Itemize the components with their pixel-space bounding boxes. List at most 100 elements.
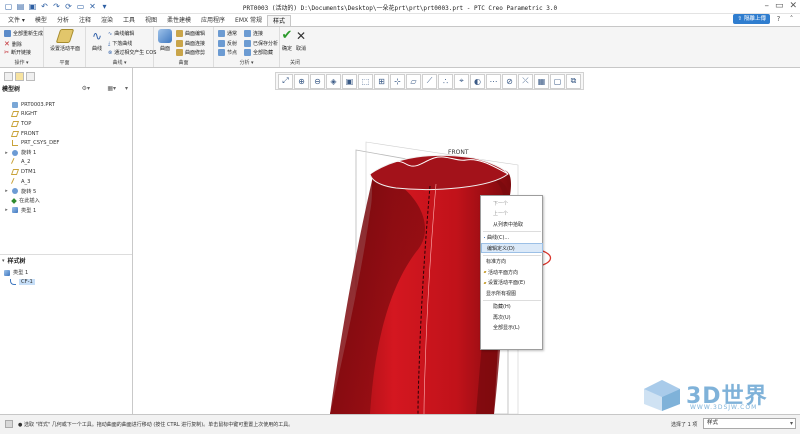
plane-display-icon[interactable]: ▱ <box>406 73 421 89</box>
axis-display-icon[interactable]: ⟋ <box>422 73 437 89</box>
connection-icon[interactable]: ⤫ <box>518 73 533 89</box>
cancel-button[interactable]: ✕ 取消 <box>294 29 308 52</box>
tree-settings-icon[interactable]: ⚙▾ <box>82 85 90 92</box>
model-tree-node[interactable]: DTM1 <box>4 167 130 177</box>
tab-9[interactable]: EMX 常规 <box>230 15 267 26</box>
confirm-button[interactable]: ✔ 确定 <box>280 29 294 53</box>
curvature-icon[interactable]: ◐ <box>470 73 485 89</box>
model-viewport[interactable]: FRONT <box>134 92 800 414</box>
break-link-button[interactable]: ✂ 断开链接 <box>4 49 31 56</box>
delete-button[interactable]: ✕ 删除 <box>4 40 22 48</box>
navigator-tabs <box>4 72 35 81</box>
curve-button[interactable]: ∿ 曲线 <box>88 29 106 52</box>
analysis-connect-button[interactable]: 连接 <box>244 30 263 37</box>
close-icon[interactable]: ✕ <box>789 1 797 11</box>
tab-0[interactable]: 文件 ▾ <box>3 15 30 26</box>
tab-6[interactable]: 视图 <box>140 15 162 26</box>
tab-2[interactable]: 分析 <box>52 15 74 26</box>
set-active-plane-button[interactable]: 设置活动平面 <box>48 29 82 52</box>
tab-8[interactable]: 应用程序 <box>196 15 230 26</box>
tab-1[interactable]: 模型 <box>30 15 52 26</box>
point-display-icon[interactable]: ∴ <box>438 73 453 89</box>
saved-orientations-icon[interactable]: ⬚ <box>358 73 373 89</box>
model-tree-node[interactable]: FRONT <box>4 129 130 139</box>
context-menu-item[interactable]: 隐藏(H) <box>481 302 543 312</box>
help-icon[interactable]: ? <box>774 15 783 24</box>
expand-arrow-icon[interactable]: ▸ <box>4 207 9 213</box>
expand-arrow-icon[interactable]: ▸ <box>4 150 9 156</box>
minimize-icon[interactable]: – <box>764 1 769 11</box>
graphics-area[interactable]: FRONT <box>134 92 800 414</box>
context-menu-item[interactable]: 活动平面方向 <box>481 267 543 277</box>
drop-curve-button[interactable]: ⤓ 下落曲线 <box>108 40 132 48</box>
model-tree-node[interactable]: PRT0003.PRT <box>4 100 130 110</box>
surface-connect-button[interactable]: 曲面连接 <box>176 40 205 47</box>
context-menu-item[interactable]: 再次(U) <box>481 312 543 322</box>
status-layout-icon[interactable] <box>5 420 13 428</box>
context-menu-item[interactable]: 标准方向 <box>481 257 543 267</box>
surface-trim-button[interactable]: 曲面修剪 <box>176 49 205 56</box>
tree-columns-icon[interactable]: ▦▾ <box>107 85 116 92</box>
curve-edit-button[interactable]: ∿ 曲线编辑 <box>108 30 134 38</box>
analysis-normal-button[interactable]: 通常 <box>218 30 237 37</box>
context-menu-item[interactable]: 从列表中拾取 <box>481 219 543 229</box>
model-tree-node[interactable]: ▸ 类型 1 <box>4 206 130 216</box>
selection-filter[interactable]: 样式 <box>703 418 796 429</box>
tab-7[interactable]: 柔性建模 <box>162 15 196 26</box>
revolve-icon <box>12 188 18 195</box>
model-tree-node[interactable]: 在此插入 <box>4 196 130 206</box>
menu-item-label: 从列表中拾取 <box>493 221 524 228</box>
tab-4[interactable]: 渲染 <box>96 15 118 26</box>
repaint-icon[interactable]: ◈ <box>326 73 341 89</box>
cos-intersect-button[interactable]: ⊗ 通过相交产生 COS <box>108 49 156 57</box>
model-tree-node[interactable]: A_2 <box>4 158 130 168</box>
model-tree-node[interactable]: ▸ 旋转 1 <box>4 148 130 158</box>
title-bar: ▢ ▤ ▣ ↶ ↷ ⟳ ▭ ✕ ▾ PRT0003 (活动的) D:\Docum… <box>0 0 800 14</box>
view-manager-icon[interactable]: ⊞ <box>374 73 389 89</box>
refit-icon[interactable]: ⤢ <box>278 73 293 89</box>
tree-node-label: DTM1 <box>21 168 36 175</box>
tree-filter-icon[interactable]: ▾ <box>125 85 128 92</box>
curve-points-icon[interactable]: ⋯ <box>486 73 501 89</box>
single-view-icon[interactable]: ▢ <box>550 73 565 89</box>
multi-view-icon[interactable]: ⧉ <box>566 73 581 89</box>
analysis-node-button[interactable]: 节点 <box>218 49 237 56</box>
context-menu-item[interactable]: 显示所有视图 <box>481 288 543 298</box>
style-tree-node[interactable]: 类型 1 <box>4 268 130 278</box>
model-tree-node[interactable]: PRT_CSYS_DEF <box>4 138 130 148</box>
zoom-out-icon[interactable]: ⊖ <box>310 73 325 89</box>
maximize-icon[interactable]: ▭ <box>775 1 784 11</box>
grid-icon[interactable]: ▦ <box>534 73 549 89</box>
style-tree-node[interactable]: CF-1 <box>4 278 130 288</box>
display-style-icon[interactable]: ▣ <box>342 73 357 89</box>
hide-all-button[interactable]: 全部隐藏 <box>244 49 273 56</box>
csys-display-icon[interactable]: ⌖ <box>454 73 469 89</box>
model-tree-node[interactable]: A_3 <box>4 177 130 187</box>
analysis-reflection-button[interactable]: 反射 <box>218 40 237 47</box>
model-tree-node[interactable]: ▸ 旋转 5 <box>4 186 130 196</box>
favorites-tab-icon[interactable] <box>26 72 35 81</box>
ribbon-options-icon[interactable]: ˄ <box>787 15 796 24</box>
datum-display-icon[interactable]: ⊹ <box>390 73 405 89</box>
context-menu-item[interactable]: 编辑定义(D) <box>481 243 543 253</box>
context-menu-item[interactable]: 设置活动平面(E) <box>481 278 543 288</box>
surface-edit-button[interactable]: 曲面编辑 <box>176 30 205 37</box>
model-tree-tab-icon[interactable] <box>4 72 13 81</box>
folder-tab-icon[interactable] <box>15 72 24 81</box>
saved-analysis-button[interactable]: 已保存分析 <box>244 40 278 47</box>
model-tree-node[interactable]: RIGHT <box>4 110 130 120</box>
collapse-icon[interactable]: ▾ <box>2 258 5 264</box>
regen-all-button[interactable]: 全部重新生成 <box>4 30 43 37</box>
section-icon[interactable]: ⊘ <box>502 73 517 89</box>
curve-icon: ∿ <box>91 29 103 43</box>
tab-3[interactable]: 注释 <box>74 15 96 26</box>
surface-button[interactable]: 曲面 <box>156 29 174 52</box>
zoom-in-icon[interactable]: ⊕ <box>294 73 309 89</box>
context-menu-item[interactable]: 曲线(C)... <box>481 233 543 243</box>
tab-5[interactable]: 工具 <box>118 15 140 26</box>
context-menu-item[interactable]: 全部显示(L) <box>481 323 543 333</box>
expand-arrow-icon[interactable]: ▸ <box>4 188 9 194</box>
upload-button[interactable]: ⇧ 隔離上傳 <box>733 14 770 24</box>
tab-10[interactable]: 样式 <box>267 15 292 26</box>
model-tree-node[interactable]: TOP <box>4 119 130 129</box>
